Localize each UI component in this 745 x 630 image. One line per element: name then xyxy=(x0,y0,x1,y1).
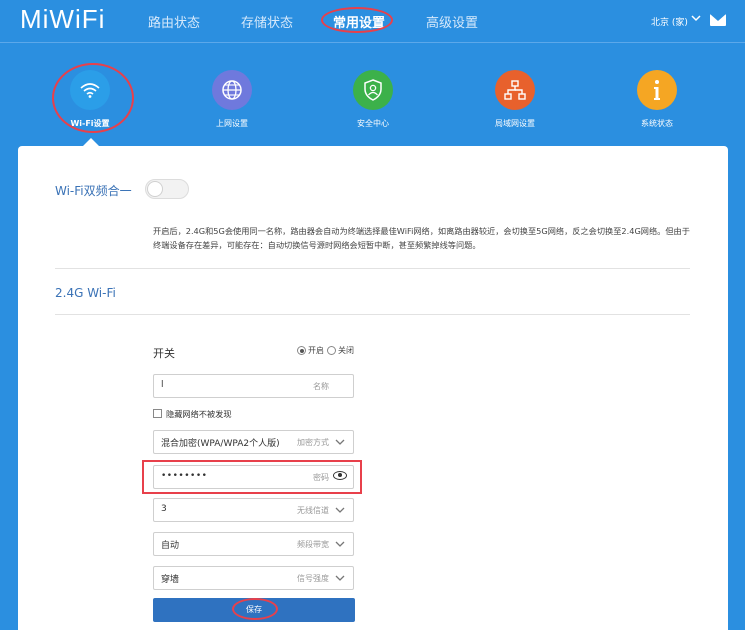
radio-on[interactable] xyxy=(297,346,306,355)
switch-label: 开关 xyxy=(153,347,175,360)
hide-network-checkbox[interactable] xyxy=(153,409,162,418)
chevron-down-icon xyxy=(335,439,345,445)
top-bar: MiWiFi 路由状态 存储状态 常用设置 高级设置 北京 (家) xyxy=(0,0,745,42)
menu-item-security-center[interactable]: 安全中心 xyxy=(333,70,413,129)
nav-advanced-settings[interactable]: 高级设置 xyxy=(426,12,478,31)
menu-item-lan-settings[interactable]: 局域网设置 xyxy=(475,70,555,129)
nav-router-status[interactable]: 路由状态 xyxy=(148,12,200,31)
nav-storage-status[interactable]: 存储状态 xyxy=(241,12,293,31)
chevron-down-icon xyxy=(335,507,345,513)
settings-card xyxy=(18,146,728,630)
signal-value: 穿墙 xyxy=(161,575,180,585)
bandwidth-hint: 频段带宽 xyxy=(297,540,329,549)
shield-icon xyxy=(353,70,393,110)
radio-on-label: 开启 xyxy=(308,346,324,355)
password-highlight-box xyxy=(142,460,362,494)
nav-highlight-circle xyxy=(321,7,393,33)
menu-item-internet-settings[interactable]: 上网设置 xyxy=(192,70,272,129)
toggle-knob xyxy=(147,181,163,197)
chevron-down-icon[interactable] xyxy=(691,13,701,23)
bandwidth-value: 自动 xyxy=(161,541,180,551)
encryption-value: 混合加密(WPA/WPA2个人版) xyxy=(161,439,280,449)
signal-strength-select[interactable]: 穿墙 信号强度 xyxy=(153,566,354,590)
chevron-down-icon xyxy=(335,541,345,547)
hide-network-label: 隐藏网络不被发现 xyxy=(166,409,232,419)
header-divider xyxy=(0,42,745,43)
logo: MiWiFi xyxy=(20,4,106,34)
section-divider xyxy=(55,268,690,269)
network-icon xyxy=(495,70,535,110)
dual-band-title: Wi-Fi双频合一 xyxy=(55,184,132,198)
radio-off-label: 关闭 xyxy=(338,346,354,355)
channel-hint: 无线信道 xyxy=(297,506,329,515)
mail-icon[interactable] xyxy=(710,14,726,26)
channel-select[interactable]: 3 无线信道 xyxy=(153,498,354,522)
menu-item-system-status[interactable]: 系统状态 xyxy=(617,70,697,129)
menu-label: 安全中心 xyxy=(357,119,389,128)
section-divider xyxy=(55,314,690,315)
wifi24-title: 2.4G Wi-Fi xyxy=(55,286,116,300)
channel-value: 3 xyxy=(161,504,167,514)
save-highlight-circle xyxy=(232,598,278,620)
wifi-highlight-circle xyxy=(52,63,134,133)
encryption-select[interactable]: 混合加密(WPA/WPA2个人版) 加密方式 xyxy=(153,430,354,454)
bandwidth-select[interactable]: 自动 频段带宽 xyxy=(153,532,354,556)
dual-band-toggle[interactable] xyxy=(145,179,189,199)
region-selector[interactable]: 北京 (家) xyxy=(651,15,688,28)
wifi-name-input[interactable]: l 名称 xyxy=(153,374,354,398)
encryption-hint: 加密方式 xyxy=(297,438,329,447)
globe-icon xyxy=(212,70,252,110)
chevron-down-icon xyxy=(335,575,345,581)
menu-label: 系统状态 xyxy=(641,119,673,128)
wifi-name-hint: 名称 xyxy=(313,382,329,391)
menu-label: 上网设置 xyxy=(216,119,248,128)
radio-off[interactable] xyxy=(327,346,336,355)
dual-band-description: 开启后，2.4G和5G会使用同一名称，路由器会自动为终端选择最佳WiFi网络，如… xyxy=(153,226,690,250)
menu-label: 局域网设置 xyxy=(495,119,535,128)
signal-hint: 信号强度 xyxy=(297,574,329,583)
info-icon xyxy=(637,70,677,110)
wifi-name-value: l xyxy=(161,380,164,390)
